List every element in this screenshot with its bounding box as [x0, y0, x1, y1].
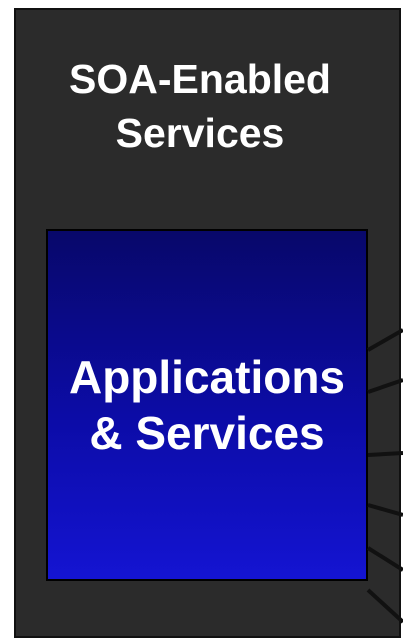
- connector-line-6: [366, 588, 403, 624]
- connector-line-4: [367, 503, 403, 517]
- connector-line-2: [367, 378, 403, 394]
- connector-line-1: [367, 328, 403, 352]
- connector-line-5: [366, 546, 403, 572]
- connector-line-3: [367, 451, 403, 457]
- connector-lines: [366, 328, 403, 624]
